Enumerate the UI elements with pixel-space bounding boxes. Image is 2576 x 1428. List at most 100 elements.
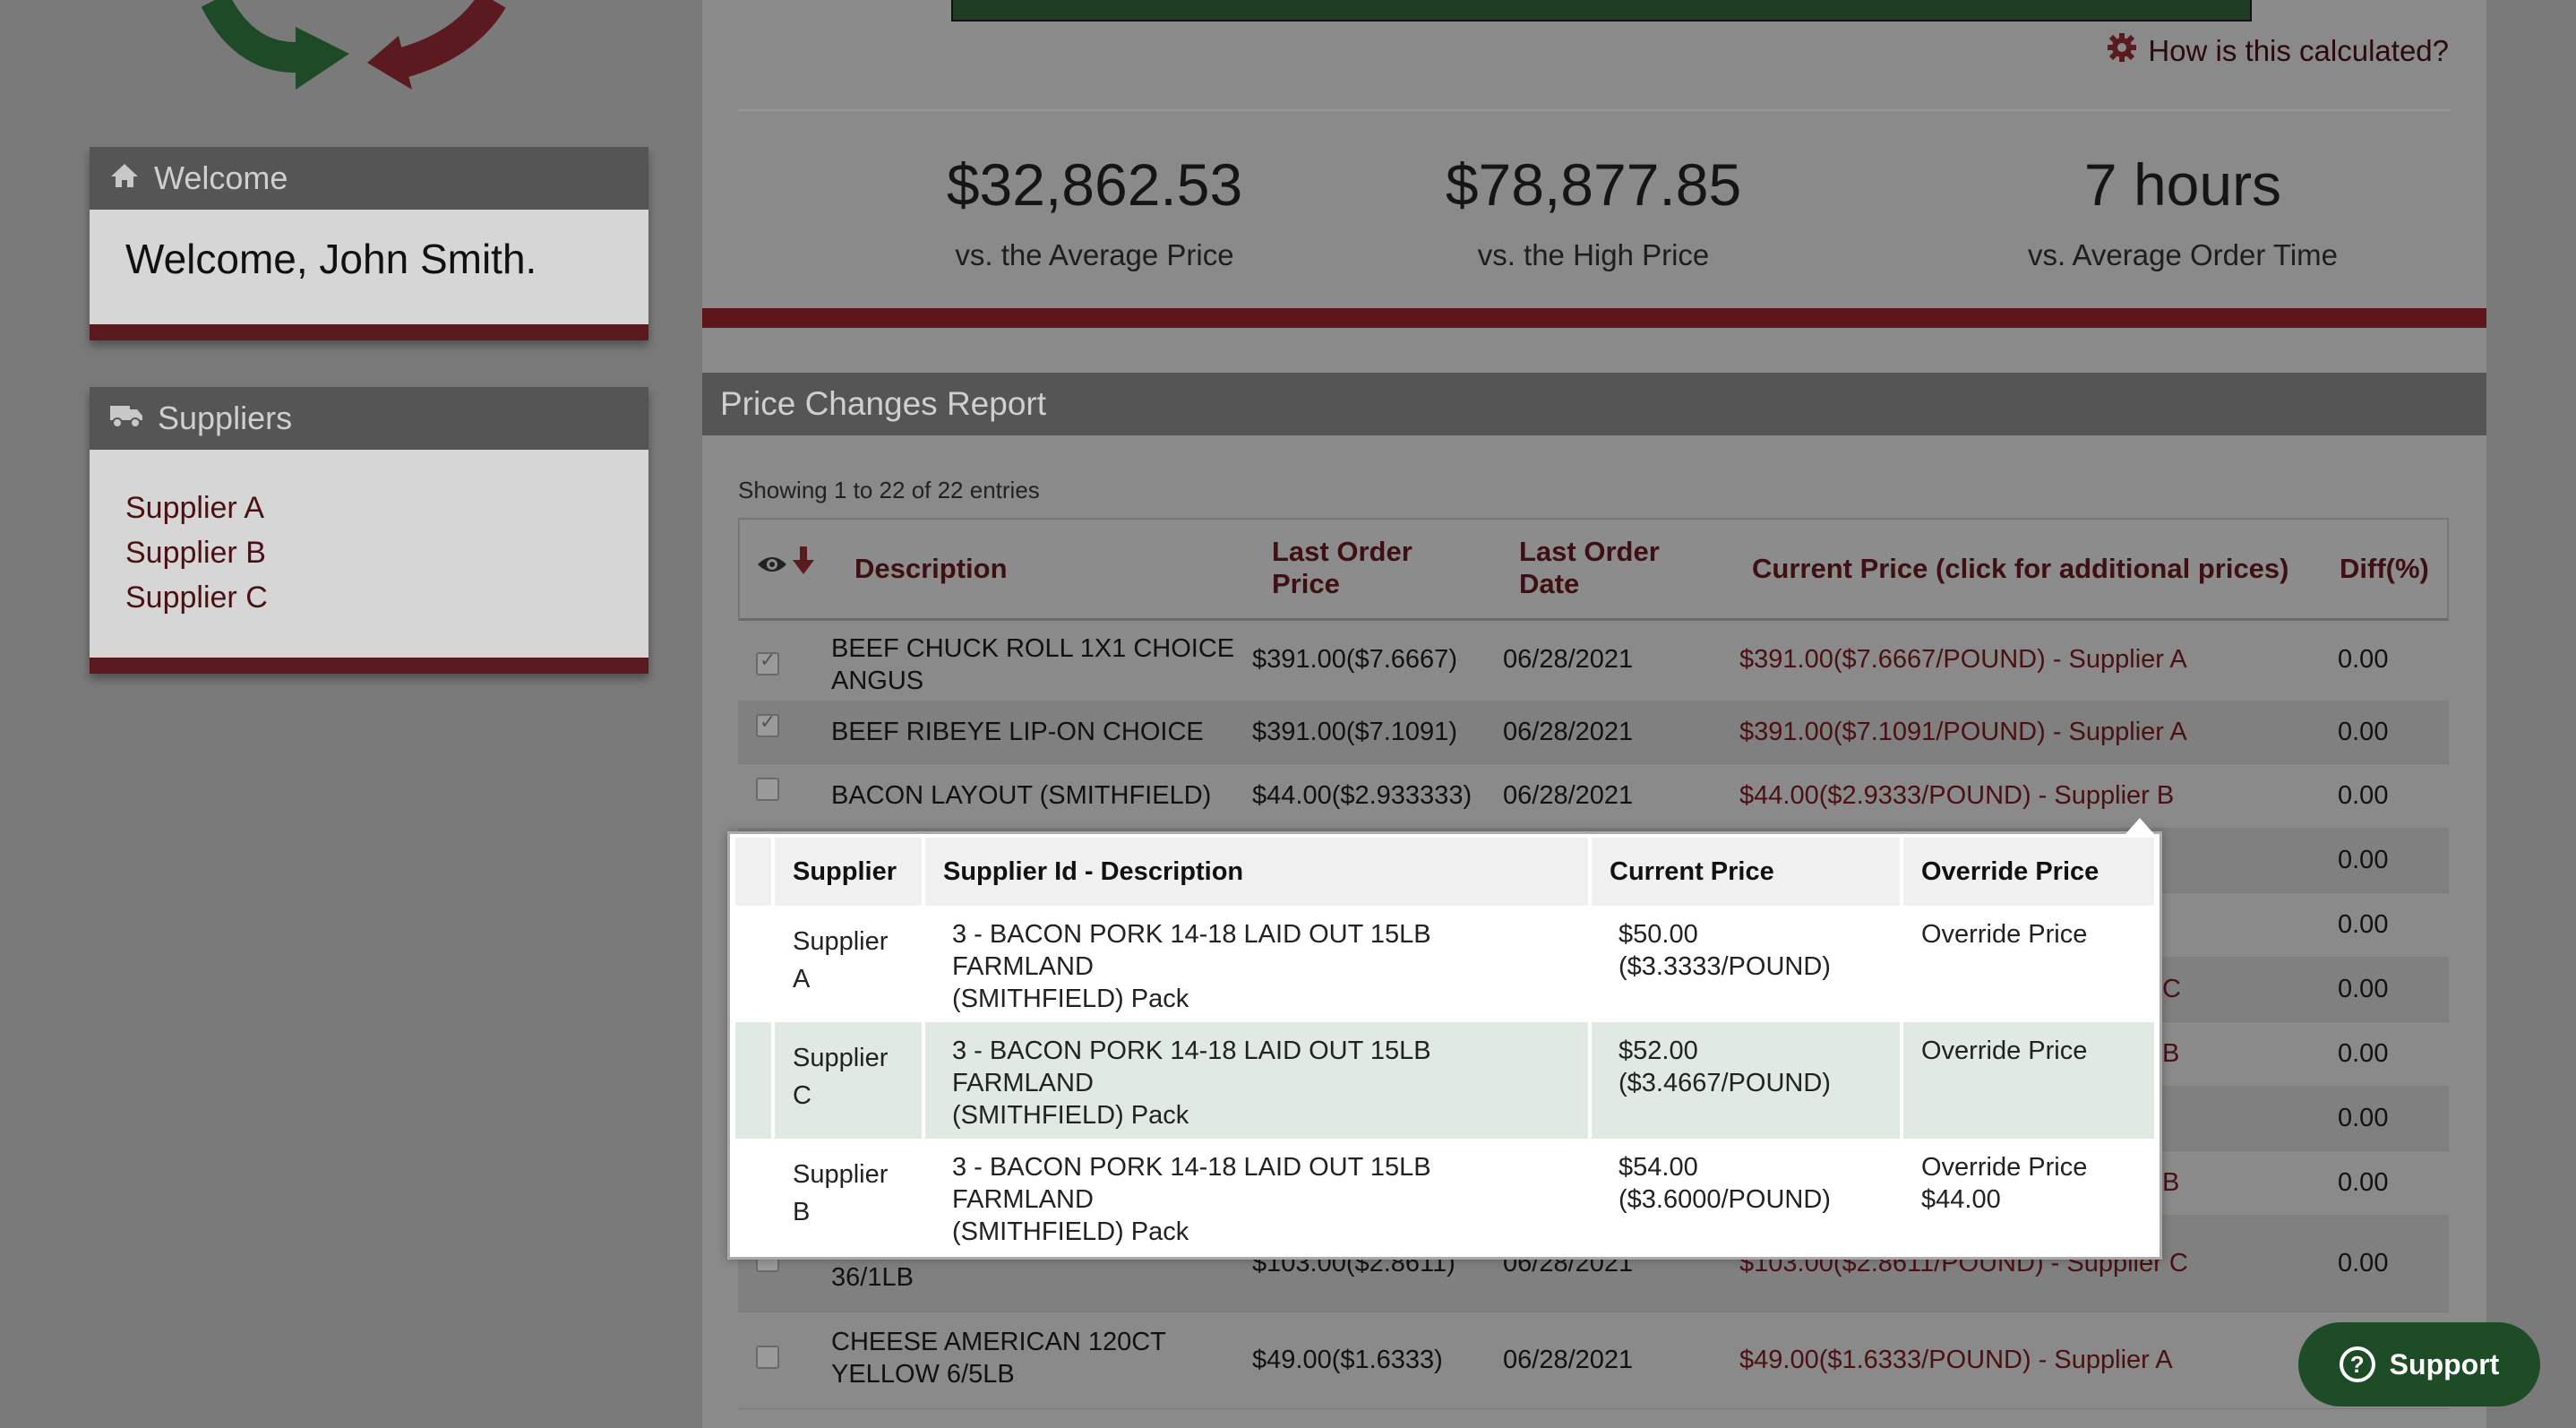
- popup-cell-current-price-line: $52.00: [1619, 1037, 1698, 1065]
- popup-cell-spacer: [735, 1022, 771, 1139]
- row-checkbox[interactable]: [756, 710, 779, 737]
- table-row: CHEESE AMERICAN 120CT YELLOW 6/5LB $49.00(…: [738, 1312, 2449, 1409]
- how-calculated-label: How is this calculated?: [2148, 34, 2449, 67]
- report-title: Price Changes Report: [720, 385, 1047, 422]
- row-diff: 0.00: [2338, 1249, 2389, 1277]
- support-button[interactable]: ? Support: [2298, 1322, 2540, 1406]
- column-last-order-price[interactable]: Last Order Price: [1272, 536, 1413, 600]
- stats-accent-bar: [702, 308, 2486, 328]
- row-description: BACON LAYOUT (SMITHFIELD): [831, 781, 1212, 810]
- popup-cell-supplier-line: Supplier: [793, 1044, 889, 1072]
- row-checkbox[interactable]: [756, 649, 779, 675]
- welcome-message: Welcome, John Smith.: [125, 236, 537, 282]
- row-diff: 0.00: [2338, 975, 2389, 1003]
- popup-cell-override-price-line: Override Price: [1921, 920, 2088, 949]
- stat-high-price: $78,877.85 vs. the High Price: [1325, 151, 1862, 272]
- gear-icon: [2107, 32, 2137, 70]
- supplier-link-b[interactable]: Supplier B: [125, 530, 648, 575]
- row-current-price[interactable]: B: [2162, 1166, 2179, 1199]
- row-diff: 0.00: [2338, 781, 2389, 810]
- row-description-line2: ANGUS: [831, 667, 924, 695]
- row-current-price[interactable]: $391.00($7.6667/POUND) - Supplier A: [1739, 643, 2187, 675]
- welcome-title: Welcome: [154, 159, 288, 196]
- stat-label: vs. the High Price: [1477, 238, 1710, 271]
- column-label-line: Last Order: [1519, 536, 1660, 567]
- eye-icon[interactable]: [756, 550, 788, 582]
- row-current-price[interactable]: $49.00($1.6333/POUND) - Supplier A: [1739, 1344, 2173, 1376]
- row-last-order-price: $391.00($7.1091): [1252, 718, 1457, 746]
- welcome-card: Welcome Welcome, John Smith.: [90, 147, 648, 340]
- row-current-price[interactable]: C: [2162, 973, 2181, 1005]
- popup-cell-spacer: [735, 906, 771, 1022]
- card-accent-bar: [90, 324, 648, 340]
- popup-cell-supplier-line: C: [793, 1081, 811, 1110]
- popup-cell-supplier: Supplier B: [775, 1139, 922, 1255]
- popup-column-supplier: Supplier: [793, 857, 897, 886]
- popup-cell-override-price-line: Override Price: [1921, 1153, 2088, 1182]
- stat-value: $32,862.53: [946, 151, 1243, 218]
- popup-column-override-price: Override Price: [1921, 857, 2099, 886]
- row-last-order-price: $44.00($2.933333): [1252, 781, 1473, 810]
- popup-cell-current-price: $52.00 ($3.4667/POUND): [1592, 1022, 1900, 1139]
- row-current-price[interactable]: $391.00($7.1091/POUND) - Supplier A: [1739, 716, 2187, 748]
- popup-cell-override-price[interactable]: Override Price: [1903, 1022, 2154, 1139]
- column-separator: [922, 906, 925, 1022]
- home-icon: [109, 159, 140, 197]
- column-separator: [771, 1022, 775, 1139]
- column-separator: [1900, 1139, 1903, 1255]
- supplier-link-c[interactable]: Supplier C: [125, 575, 648, 620]
- divider: [738, 109, 2451, 111]
- sort-arrow-down-icon[interactable]: [792, 546, 815, 582]
- column-separator: [771, 1139, 775, 1255]
- row-diff: 0.00: [2338, 910, 2389, 939]
- popup-cell-description-line: 3 - BACON PORK 14-18 LAID OUT 15LB FARML…: [952, 920, 1431, 981]
- top-banner: [951, 0, 2252, 22]
- column-label-line: Last Order: [1272, 536, 1413, 567]
- row-checkbox[interactable]: [756, 778, 779, 801]
- supplier-link-a[interactable]: Supplier A: [125, 486, 648, 530]
- table-row: BACON LAYOUT (SMITHFIELD) $44.00($2.93333…: [738, 763, 2449, 829]
- how-calculated-link[interactable]: How is this calculated?: [2107, 32, 2449, 70]
- row-checkbox[interactable]: [756, 1346, 779, 1369]
- popup-row: Supplier B 3 - BACON PORK 14-18 LAID OUT 1…: [735, 1139, 2154, 1255]
- popup-cell-override-price-line: $44.00: [1921, 1185, 2001, 1214]
- row-diff: 0.00: [2338, 1168, 2389, 1197]
- entries-count: Showing 1 to 22 of 22 entries: [738, 477, 1040, 503]
- popup-cell-override-price[interactable]: Override Price $44.00: [1903, 1139, 2154, 1255]
- column-separator: [771, 906, 775, 1022]
- popup-column-description: Supplier Id - Description: [943, 857, 1244, 886]
- popup-cell-description: 3 - BACON PORK 14-18 LAID OUT 15LB FARML…: [925, 906, 1588, 1022]
- suppliers-header: Suppliers: [90, 387, 648, 450]
- popup-cell-description: 3 - BACON PORK 14-18 LAID OUT 15LB FARML…: [925, 1139, 1588, 1255]
- popup-row: Supplier A 3 - BACON PORK 14-18 LAID OUT 1…: [735, 906, 2154, 1022]
- row-last-order-date: 06/28/2021: [1503, 718, 1634, 746]
- column-separator: [1900, 1022, 1903, 1139]
- card-accent-bar: [90, 658, 648, 674]
- column-description[interactable]: Description: [854, 553, 1008, 585]
- row-last-order-price: $391.00($7.6667): [1252, 645, 1457, 674]
- row-diff: 0.00: [2338, 846, 2389, 874]
- row-current-price[interactable]: B: [2162, 1037, 2179, 1070]
- row-diff: 0.00: [2338, 1104, 2389, 1132]
- column-diff[interactable]: Diff(%): [2340, 553, 2429, 585]
- row-description-line2: 36/1LB: [831, 1263, 914, 1292]
- row-description: BEEF CHUCK ROLL 1X1 CHOICE: [831, 634, 1235, 663]
- row-last-order-date: 06/28/2021: [1503, 781, 1634, 810]
- truck-icon: [109, 400, 143, 437]
- price-changes-table: Description Last Order Price Last Order …: [738, 518, 2449, 1409]
- row-description: BEEF RIBEYE LIP-ON CHOICE: [831, 718, 1204, 746]
- column-last-order-date[interactable]: Last Order Date: [1519, 536, 1660, 600]
- column-separator: [922, 1139, 925, 1255]
- row-current-price[interactable]: $44.00($2.9333/POUND) - Supplier B: [1739, 779, 2174, 812]
- column-current-price[interactable]: Current Price (click for additional pric…: [1752, 553, 2289, 585]
- popup-cell-override-price[interactable]: Override Price: [1903, 906, 2154, 1022]
- logo: [201, 0, 506, 90]
- question-icon: ?: [2339, 1346, 2375, 1382]
- popup-cell-supplier: Supplier A: [775, 906, 922, 1022]
- popup-cell-supplier-line: Supplier: [793, 927, 889, 956]
- additional-prices-popup: Supplier Supplier Id - Description Curre…: [727, 818, 2162, 1260]
- column-separator: [1588, 1139, 1592, 1255]
- popup-cell-description: 3 - BACON PORK 14-18 LAID OUT 15LB FARML…: [925, 1022, 1588, 1139]
- popup-cell-description-line: (SMITHFIELD) Pack: [952, 985, 1189, 1013]
- popup-row: Supplier C 3 - BACON PORK 14-18 LAID OUT 1…: [735, 1022, 2154, 1139]
